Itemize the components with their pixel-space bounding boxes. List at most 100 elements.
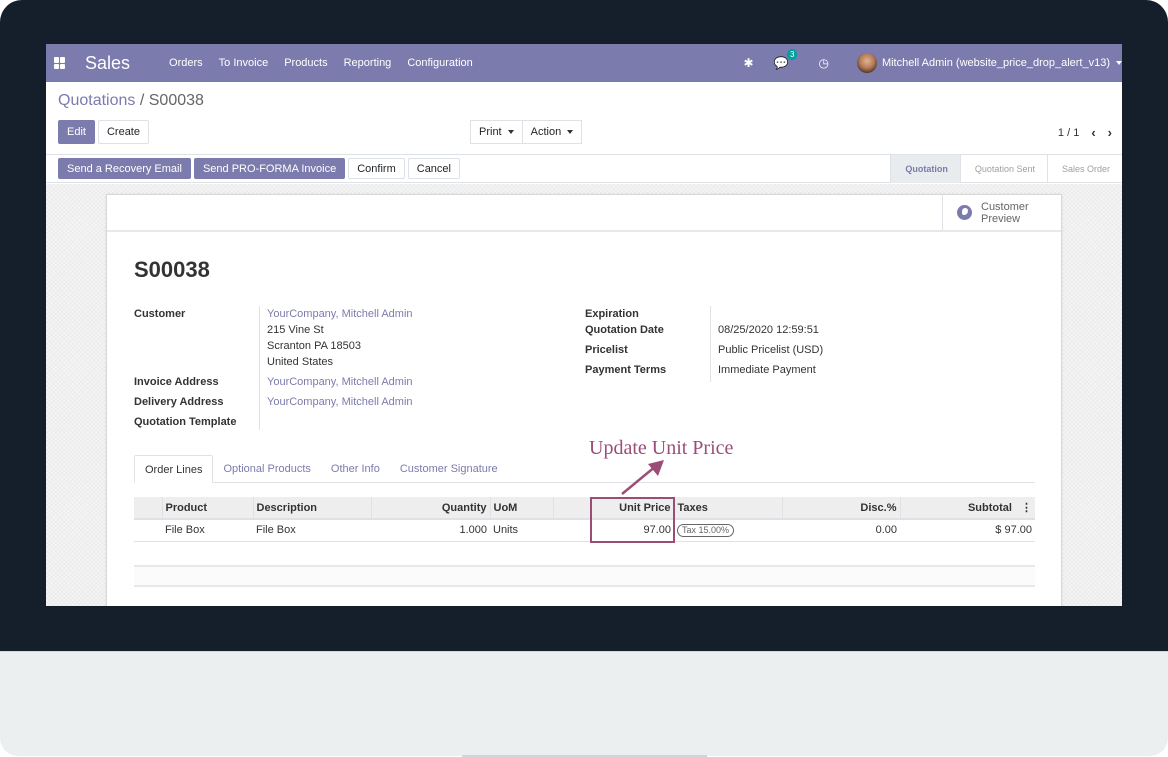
row-handle bbox=[134, 519, 162, 542]
tab-optional-products[interactable]: Optional Products bbox=[213, 455, 320, 483]
chevron-right-icon[interactable]: › bbox=[1108, 125, 1112, 140]
status-bar: Send a Recovery Email Send PRO-FORMA Inv… bbox=[46, 155, 1122, 183]
table-header-row: Product Description Quantity UoM Unit Pr… bbox=[134, 497, 1035, 520]
tab-customer-signature[interactable]: Customer Signature bbox=[390, 455, 508, 483]
screen: Sales Orders To Invoice Products Reporti… bbox=[46, 44, 1122, 606]
menu-reporting[interactable]: Reporting bbox=[336, 57, 400, 69]
print-dropdown[interactable]: Print bbox=[470, 120, 523, 144]
form-sheet: Customer Preview S00038 Customer Invoice… bbox=[106, 194, 1062, 606]
globe-icon bbox=[957, 205, 972, 220]
unit-price-highlight bbox=[590, 497, 675, 543]
customer-label: Customer Invoice Address Delivery Addres… bbox=[134, 306, 259, 430]
cell-taxes[interactable]: Tax 15.00% bbox=[674, 519, 782, 542]
top-navbar: Sales Orders To Invoice Products Reporti… bbox=[46, 44, 1122, 82]
col-quantity[interactable]: Quantity bbox=[371, 497, 491, 520]
cancel-button[interactable]: Cancel bbox=[407, 158, 460, 179]
action-dropdown[interactable]: Action bbox=[522, 120, 583, 144]
customer-country: United States bbox=[267, 356, 334, 368]
stage-quotation-sent[interactable]: Quotation Sent bbox=[959, 155, 1047, 183]
customer-preview-button[interactable]: Customer Preview bbox=[942, 195, 1061, 230]
bug-icon[interactable]: ✱ bbox=[743, 56, 753, 70]
menu-orders[interactable]: Orders bbox=[161, 57, 211, 69]
pricelist-value: Public Pricelist (USD) bbox=[718, 344, 824, 356]
app-name[interactable]: Sales bbox=[85, 53, 130, 74]
delivery-address-label: Delivery Address bbox=[134, 396, 224, 408]
customer-link[interactable]: YourCompany, Mitchell Admin bbox=[267, 306, 413, 322]
annotation-text: Update Unit Price bbox=[589, 437, 734, 459]
customer-group: Customer Invoice Address Delivery Addres… bbox=[134, 306, 413, 430]
user-menu[interactable]: Mitchell Admin (website_price_drop_alert… bbox=[882, 57, 1110, 69]
caret-down-icon bbox=[567, 130, 574, 134]
col-discount[interactable]: Disc.% bbox=[782, 497, 901, 520]
chevron-down-icon[interactable] bbox=[1116, 61, 1122, 65]
print-label: Print bbox=[479, 126, 502, 138]
action-label: Action bbox=[530, 126, 562, 138]
cell-uom[interactable]: Units bbox=[490, 519, 553, 542]
customer-values: YourCompany, Mitchell Admin 215 Vine St … bbox=[259, 306, 413, 430]
status-buttons: Send a Recovery Email Send PRO-FORMA Inv… bbox=[58, 158, 460, 179]
cell-blank bbox=[553, 519, 590, 542]
tab-order-lines[interactable]: Order Lines bbox=[134, 455, 214, 483]
chevron-left-icon[interactable]: ‹ bbox=[1091, 125, 1095, 140]
tab-other-info[interactable]: Other Info bbox=[321, 455, 390, 483]
edit-button[interactable]: Edit bbox=[58, 120, 95, 144]
col-subtotal[interactable]: Subtotal ⋮ bbox=[900, 497, 1035, 520]
col-product[interactable]: Product bbox=[162, 497, 254, 520]
tax-tag: Tax 15.00% bbox=[677, 523, 735, 537]
col-handle bbox=[134, 497, 163, 520]
menu-to-invoice[interactable]: To Invoice bbox=[211, 57, 277, 69]
caret-down-icon bbox=[507, 130, 514, 134]
customer-preview-label: Customer Preview bbox=[981, 201, 1029, 225]
quotation-template-value[interactable] bbox=[267, 410, 413, 430]
stage-pipeline: Quotation Quotation Sent Sales Order bbox=[890, 155, 1122, 183]
breadcrumb-quotations[interactable]: Quotations bbox=[58, 92, 135, 109]
send-recovery-email-button[interactable]: Send a Recovery Email bbox=[58, 158, 191, 179]
breadcrumb: Quotations / S00038 bbox=[58, 92, 204, 110]
invoice-address-link[interactable]: YourCompany, Mitchell Admin bbox=[267, 370, 413, 390]
breadcrumb-separator: / bbox=[139, 92, 145, 109]
col-description[interactable]: Description bbox=[253, 497, 372, 520]
create-button[interactable]: Create bbox=[97, 120, 149, 144]
delivery-address-link[interactable]: YourCompany, Mitchell Admin bbox=[267, 390, 413, 410]
menu-products[interactable]: Products bbox=[276, 57, 335, 69]
send-proforma-invoice-button[interactable]: Send PRO-FORMA Invoice bbox=[193, 158, 346, 179]
table-row[interactable]: File Box File Box 1.000 Units 97.00 Tax … bbox=[134, 519, 1035, 542]
avatar[interactable] bbox=[856, 53, 877, 73]
expiration-value bbox=[718, 306, 823, 322]
col-taxes[interactable]: Taxes bbox=[674, 497, 783, 520]
stage-sales-order[interactable]: Sales Order bbox=[1046, 155, 1122, 183]
apps-grid-icon[interactable] bbox=[54, 57, 66, 69]
preview-label-line2: Preview bbox=[981, 212, 1021, 225]
monitor-chin bbox=[0, 651, 1168, 756]
quotation-date-label: Quotation Date bbox=[585, 324, 664, 336]
pricelist-label: Pricelist bbox=[585, 344, 628, 356]
pager-value[interactable]: 1 / 1 bbox=[1058, 127, 1079, 139]
chat-icon[interactable]: 💬 3 bbox=[774, 49, 798, 70]
quotation-info-group: Expiration Quotation Date Pricelist Paym… bbox=[585, 306, 823, 382]
systray: ✱ 💬 3 ◷ Mitchell Admin (website_price_dro… bbox=[733, 44, 1122, 82]
customer-street: 215 Vine St bbox=[267, 324, 324, 336]
cell-description[interactable]: File Box bbox=[253, 519, 371, 542]
cell-subtotal: $ 97.00 bbox=[900, 519, 1035, 542]
payment-terms-value: Immediate Payment bbox=[718, 364, 816, 376]
col-uom[interactable]: UoM bbox=[490, 497, 554, 520]
messages-badge: 3 bbox=[787, 49, 798, 60]
clock-icon[interactable]: ◷ bbox=[818, 56, 828, 70]
annotation-arrow-icon bbox=[621, 460, 664, 495]
sidebar-actions: Print Action bbox=[470, 120, 583, 144]
confirm-button[interactable]: Confirm bbox=[348, 158, 405, 179]
cell-discount[interactable]: 0.00 bbox=[782, 519, 900, 542]
column-options-icon[interactable]: ⋮ bbox=[1021, 502, 1032, 514]
col-blank bbox=[553, 497, 591, 520]
control-panel: Quotations / S00038 Edit Create Print Ac… bbox=[46, 82, 1122, 155]
smart-button-box: Customer Preview bbox=[107, 195, 1061, 232]
preview-label-line1: Customer bbox=[981, 200, 1029, 213]
expiration-label: Expiration bbox=[585, 308, 639, 320]
cell-quantity[interactable]: 1.000 bbox=[371, 519, 490, 542]
menu-configuration[interactable]: Configuration bbox=[399, 57, 480, 69]
cell-product[interactable]: File Box bbox=[162, 519, 253, 542]
stage-quotation[interactable]: Quotation bbox=[890, 155, 960, 183]
payment-terms-label: Payment Terms bbox=[585, 364, 667, 376]
page-title: S00038 bbox=[134, 257, 210, 282]
main-menu: Orders To Invoice Products Reporting Con… bbox=[161, 57, 481, 69]
